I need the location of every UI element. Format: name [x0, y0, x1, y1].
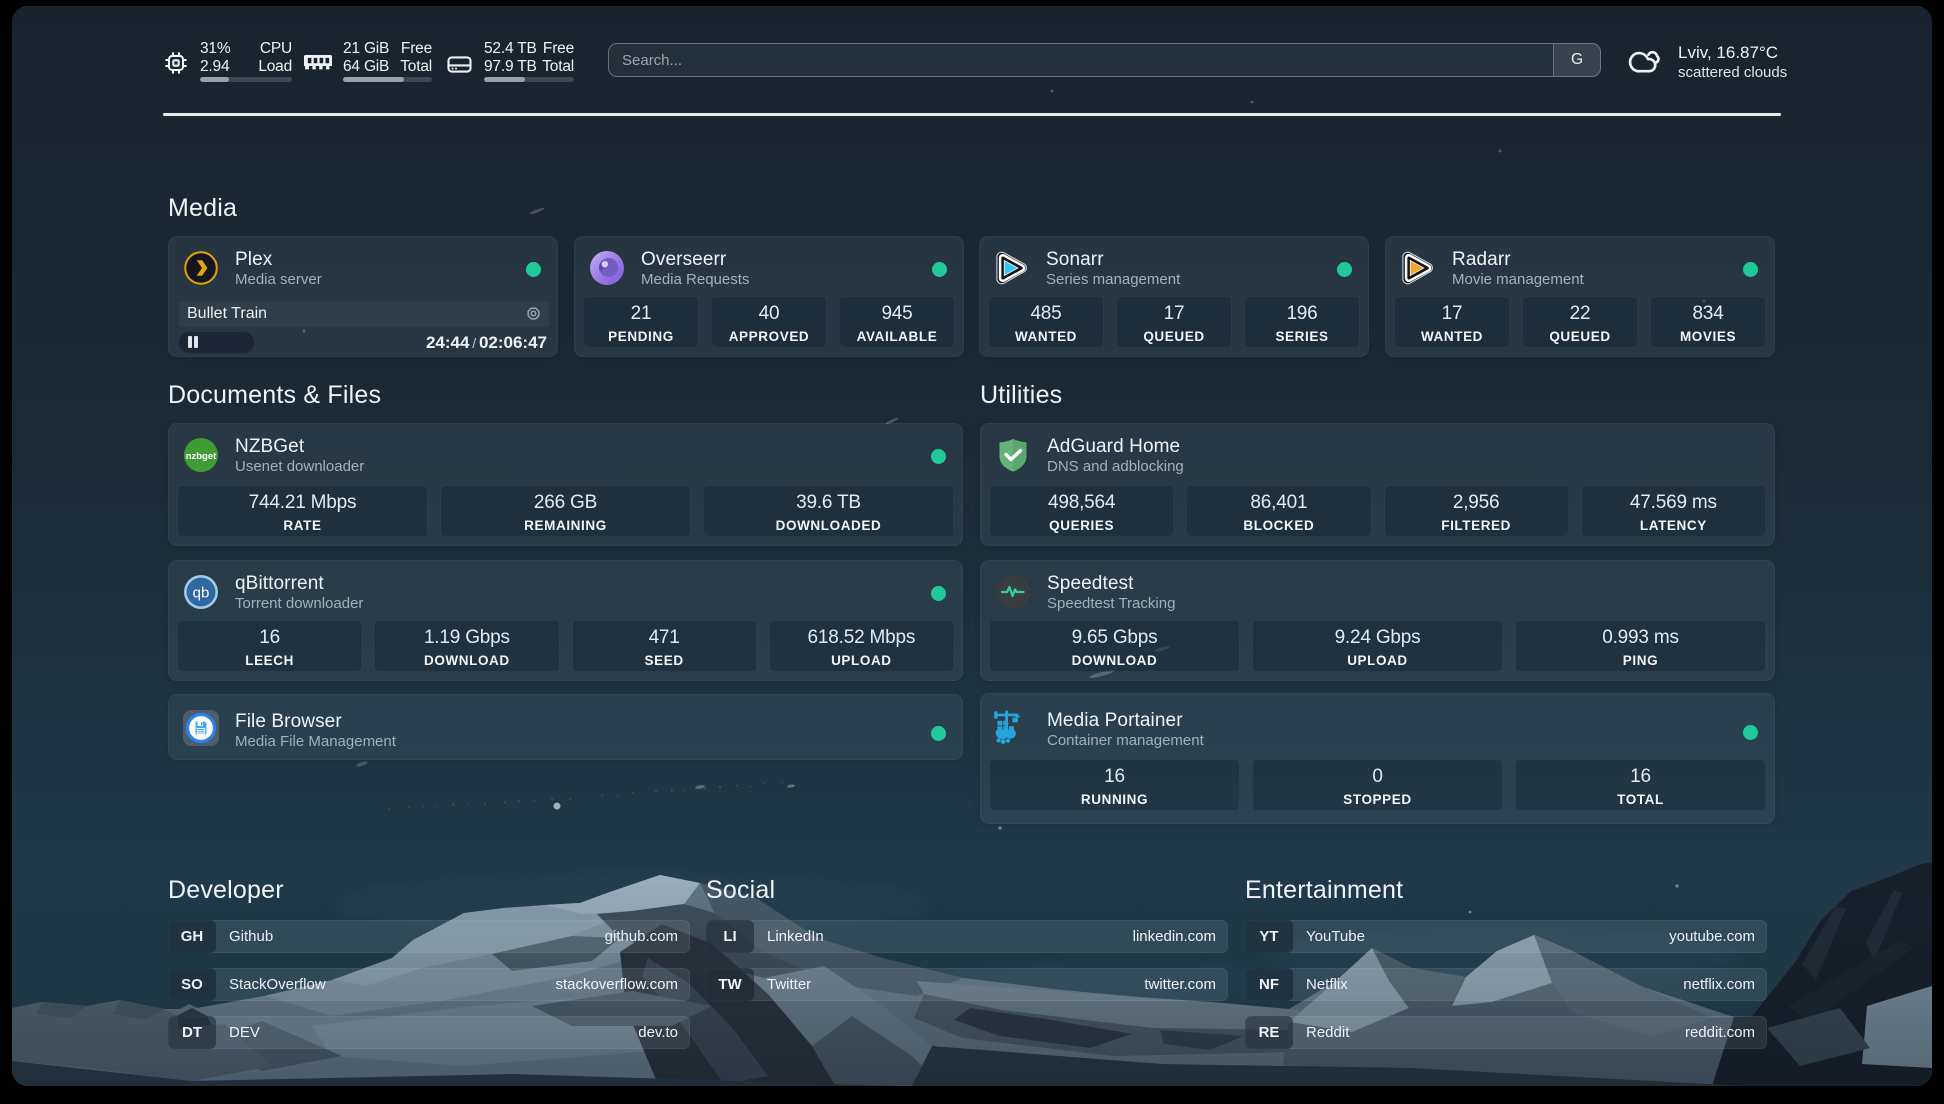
svg-text:nzbget: nzbget [186, 451, 217, 462]
svg-text:qb: qb [193, 585, 210, 602]
